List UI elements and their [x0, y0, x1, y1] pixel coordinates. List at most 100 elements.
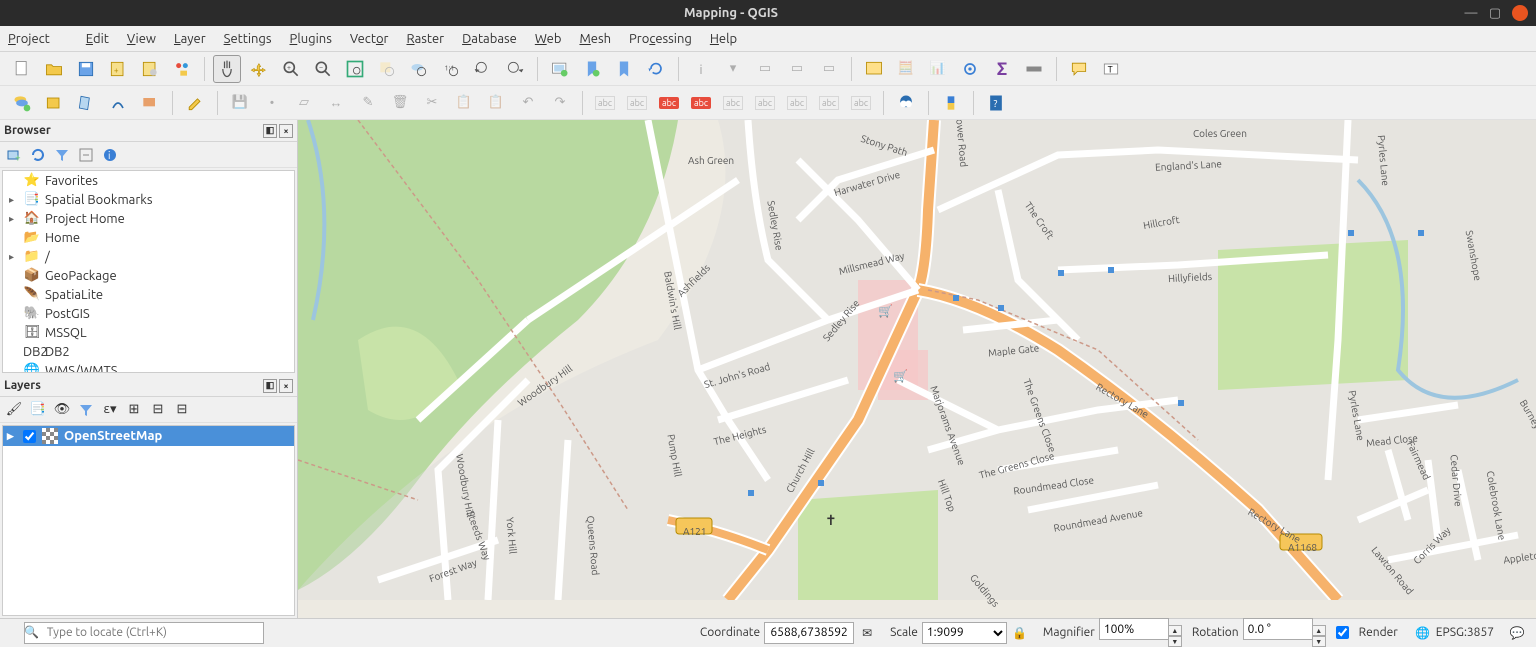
add-layer-icon[interactable]: +: [4, 145, 24, 165]
browser-item[interactable]: 🐘PostGIS: [3, 304, 294, 323]
zoom-out-button[interactable]: −: [309, 55, 337, 83]
magnifier-up[interactable]: ▲: [1168, 625, 1182, 636]
save-project-button[interactable]: [72, 55, 100, 83]
browser-item[interactable]: 📦GeoPackage: [3, 266, 294, 285]
menu-raster[interactable]: Raster: [406, 32, 444, 46]
layer-visibility-checkbox[interactable]: [23, 430, 36, 443]
menu-web[interactable]: Web: [535, 32, 562, 46]
filter-legend-icon[interactable]: [76, 400, 96, 420]
rotation-up[interactable]: ▲: [1312, 625, 1326, 636]
scale-lock-icon[interactable]: 🔒: [1009, 622, 1031, 644]
refresh-button[interactable]: [642, 55, 670, 83]
properties-icon[interactable]: i: [100, 145, 120, 165]
scale-select[interactable]: 1:9099: [922, 622, 1007, 644]
pan-button[interactable]: [213, 55, 241, 83]
menu-project[interactable]: Project: [8, 32, 68, 46]
menu-mesh[interactable]: Mesh: [579, 32, 611, 46]
toolbox-button[interactable]: [956, 55, 984, 83]
messages-icon[interactable]: 💬: [1506, 622, 1528, 644]
window-minimize-button[interactable]: —: [1464, 6, 1478, 20]
menu-plugins[interactable]: Plugins: [290, 32, 332, 46]
zoom-next-button[interactable]: [501, 55, 529, 83]
window-maximize-button[interactable]: ▢: [1488, 6, 1502, 20]
new-geopackage-button[interactable]: [40, 89, 68, 117]
crs-icon[interactable]: 🌐: [1412, 622, 1434, 644]
rotation-down[interactable]: ▼: [1312, 636, 1326, 647]
render-checkbox[interactable]: [1336, 626, 1349, 639]
layers-tree[interactable]: ▸OpenStreetMap: [2, 425, 295, 616]
toggle-editing-button[interactable]: [181, 89, 209, 117]
layers-panel-header[interactable]: Layers ◧ ×: [0, 375, 297, 397]
expand-all-icon[interactable]: ⊞: [124, 400, 144, 420]
layers-close-button[interactable]: ×: [279, 379, 293, 393]
coordinate-input[interactable]: [764, 622, 854, 644]
new-print-layout-button[interactable]: +: [104, 55, 132, 83]
map-canvas[interactable]: 🛒 🛒 ✝ Ash GreenStony PathHarwater DriveS…: [298, 120, 1536, 618]
zoom-full-button[interactable]: [341, 55, 369, 83]
measure-button[interactable]: [1020, 55, 1048, 83]
browser-item[interactable]: 🌐WMS/WMTS: [3, 361, 294, 373]
style-manager-button[interactable]: [168, 55, 196, 83]
zoom-layer-button[interactable]: [405, 55, 433, 83]
open-project-button[interactable]: [40, 55, 68, 83]
refresh-icon[interactable]: [28, 145, 48, 165]
crs-value[interactable]: EPSG:3857: [1436, 626, 1494, 639]
new-bookmark-button[interactable]: [578, 55, 606, 83]
new-shapefile-button[interactable]: [72, 89, 100, 117]
attribute-table-button[interactable]: [860, 55, 888, 83]
remove-layer-icon[interactable]: ⊟: [172, 400, 192, 420]
browser-item[interactable]: 🗄MSSQL: [3, 323, 294, 342]
browser-item[interactable]: ▸📑Spatial Bookmarks: [3, 190, 294, 209]
menu-vector[interactable]: Vector: [350, 32, 389, 46]
menu-edit[interactable]: Edit: [86, 32, 109, 46]
pan-selection-button[interactable]: [245, 55, 273, 83]
layer-row[interactable]: ▸OpenStreetMap: [3, 426, 294, 446]
metasearch-button[interactable]: [892, 89, 920, 117]
map-tips-button[interactable]: [1065, 55, 1093, 83]
window-close-button[interactable]: [1512, 5, 1528, 21]
layout-manager-button[interactable]: [136, 55, 164, 83]
rotation-input[interactable]: [1243, 618, 1313, 640]
add-group-icon[interactable]: 📑: [28, 400, 48, 420]
abc-highlight-button[interactable]: abc: [655, 89, 683, 117]
browser-item[interactable]: 🪶SpatiaLite: [3, 285, 294, 304]
help-button[interactable]: ?: [982, 89, 1010, 117]
menu-layer[interactable]: Layer: [174, 32, 206, 46]
menu-settings[interactable]: Settings: [224, 32, 272, 46]
browser-close-button[interactable]: ×: [279, 124, 293, 138]
menu-database[interactable]: Database: [462, 32, 517, 46]
menu-view[interactable]: View: [127, 32, 156, 46]
browser-item[interactable]: ▸📁/: [3, 247, 294, 266]
browser-item[interactable]: DB2DB2: [3, 342, 294, 361]
data-source-manager-button[interactable]: [8, 89, 36, 117]
browser-undock-button[interactable]: ◧: [263, 124, 277, 138]
annotation-button[interactable]: T: [1097, 55, 1125, 83]
browser-panel-header[interactable]: Browser ◧ ×: [0, 120, 297, 142]
new-virtual-button[interactable]: [136, 89, 164, 117]
zoom-in-button[interactable]: +: [277, 55, 305, 83]
browser-tree[interactable]: ⭐Favorites▸📑Spatial Bookmarks▸🏠Project H…: [2, 170, 295, 373]
magnifier-input[interactable]: [1099, 618, 1169, 640]
new-spatialite-button[interactable]: [104, 89, 132, 117]
manage-visibility-icon[interactable]: 👁: [52, 400, 72, 420]
abc-highlight2-button[interactable]: abc: [687, 89, 715, 117]
magnifier-down[interactable]: ▼: [1168, 636, 1182, 647]
filter-icon[interactable]: [52, 145, 72, 165]
collapse-icon[interactable]: [76, 145, 96, 165]
browser-item[interactable]: 📂Home: [3, 228, 294, 247]
locator-input[interactable]: [24, 622, 264, 644]
show-bookmarks-button[interactable]: [610, 55, 638, 83]
layer-style-icon[interactable]: 🖌: [4, 400, 24, 420]
menu-help[interactable]: Help: [710, 32, 737, 46]
browser-item[interactable]: ⭐Favorites: [3, 171, 294, 190]
zoom-last-button[interactable]: [469, 55, 497, 83]
new-map-view-button[interactable]: [546, 55, 574, 83]
python-console-button[interactable]: [937, 89, 965, 117]
browser-item[interactable]: ▸🏠Project Home: [3, 209, 294, 228]
layers-undock-button[interactable]: ◧: [263, 379, 277, 393]
collapse-all-icon[interactable]: ⊟: [148, 400, 168, 420]
sum-button[interactable]: Σ: [988, 55, 1016, 83]
menu-processing[interactable]: Processing: [629, 32, 692, 46]
coordinate-toggle-icon[interactable]: ✉: [856, 622, 878, 644]
new-project-button[interactable]: [8, 55, 36, 83]
